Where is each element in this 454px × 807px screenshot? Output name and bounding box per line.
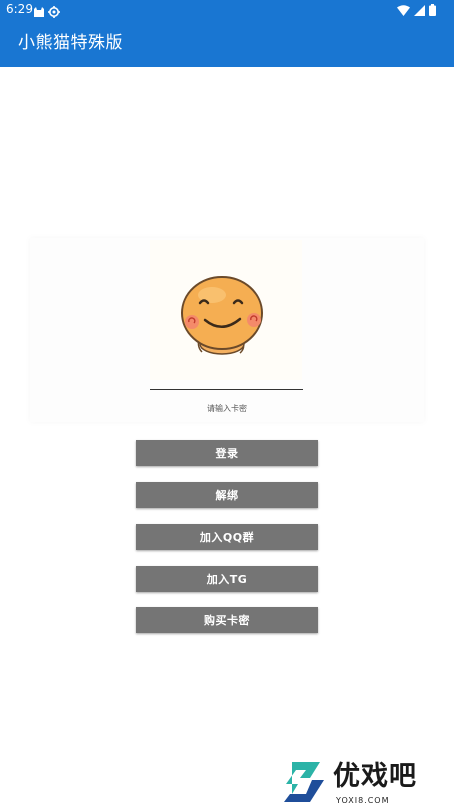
wifi-icon xyxy=(397,1,410,20)
app-bar: 小熊猫特殊版 xyxy=(0,20,454,67)
buy-card-key-button[interactable]: 购买卡密 xyxy=(136,607,318,633)
status-bar: 6:29 xyxy=(0,0,454,20)
battery-icon xyxy=(429,1,436,20)
unbind-button[interactable]: 解绑 xyxy=(136,482,318,508)
watermark-domain: YOXI8.COM xyxy=(336,796,390,805)
login-button[interactable]: 登录 xyxy=(136,440,318,466)
app-title: 小熊猫特殊版 xyxy=(18,33,123,53)
join-qq-group-button[interactable]: 加入QQ群 xyxy=(136,524,318,550)
card-key-input[interactable] xyxy=(150,378,303,390)
card-key-hint: 请输入卡密 xyxy=(207,404,247,413)
status-time: 6:29 xyxy=(6,2,33,16)
smiley-face-avatar xyxy=(150,240,302,380)
watermark-text: 优戏吧 xyxy=(333,761,417,792)
status-right-icons xyxy=(397,3,436,17)
cellular-signal-icon xyxy=(414,1,425,20)
settings-gear-icon xyxy=(48,3,60,18)
watermark-logo-icon xyxy=(276,760,328,804)
cat-icon xyxy=(33,3,45,17)
join-tg-button[interactable]: 加入TG xyxy=(136,566,318,592)
